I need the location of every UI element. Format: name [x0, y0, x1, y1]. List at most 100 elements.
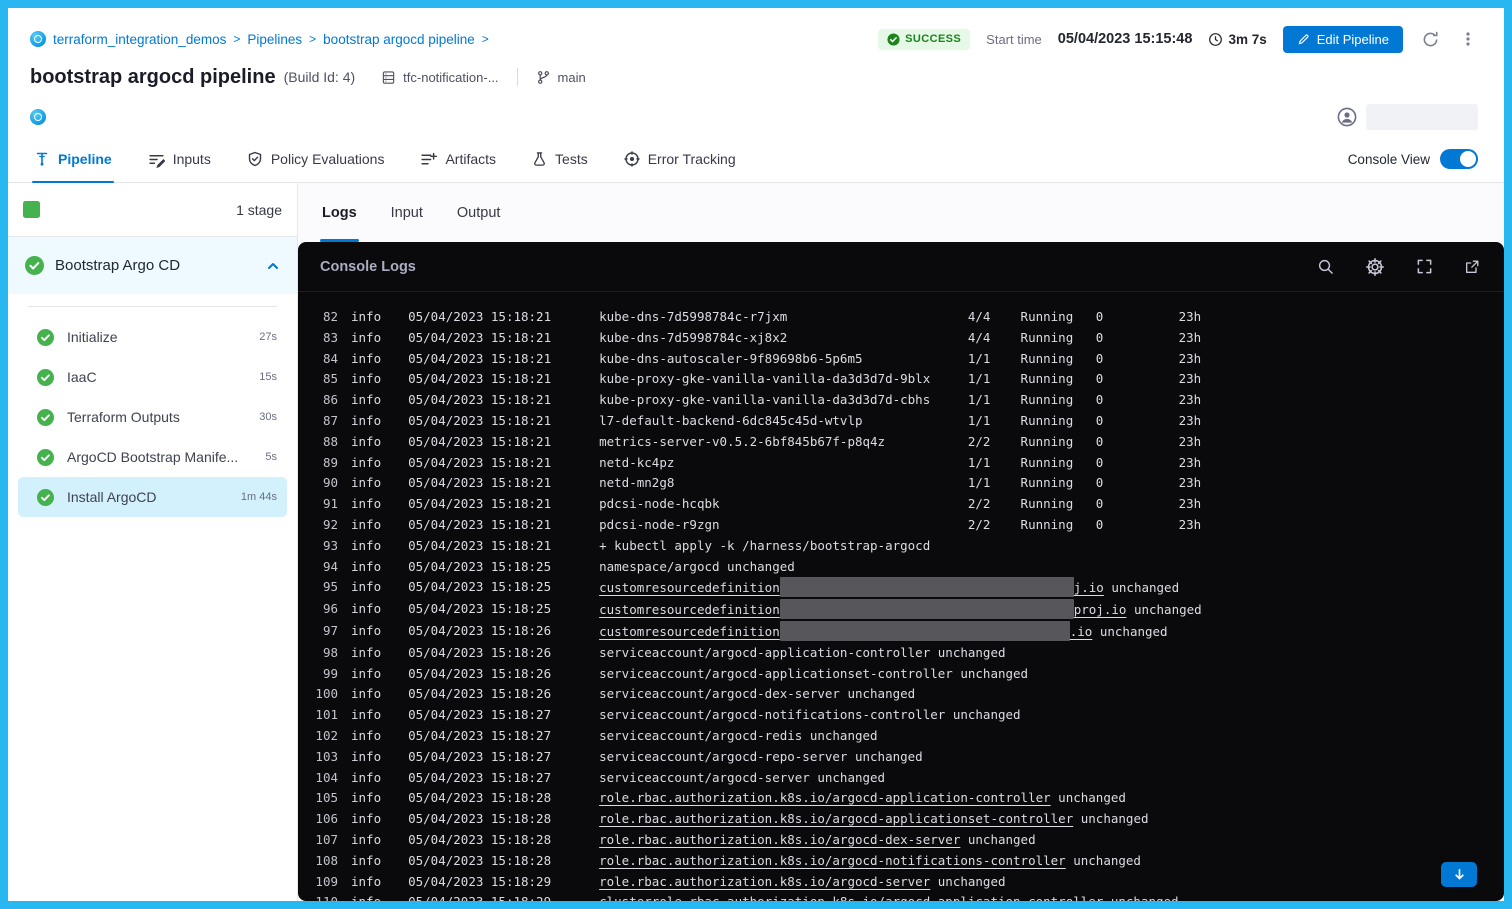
search-icon: [1317, 258, 1334, 275]
log-timestamp: 05/04/2023 15:18:21: [408, 307, 551, 328]
log-line-number: 94: [312, 557, 338, 578]
log-line: 89info05/04/2023 15:18:21netd-kc4pz 1/1 …: [312, 453, 1504, 474]
log-level: info: [351, 788, 381, 809]
log-line: 100info05/04/2023 15:18:26serviceaccount…: [312, 684, 1504, 705]
log-line-number: 92: [312, 515, 338, 536]
settings-button[interactable]: [1363, 255, 1387, 279]
branch-chip[interactable]: main: [536, 70, 586, 85]
fullscreen-button[interactable]: [1414, 256, 1435, 277]
tab-label: Error Tracking: [648, 151, 736, 167]
log-resource-link[interactable]: role.rbac.authorization.k8s.io/argocd-ap…: [599, 790, 1051, 805]
log-resource-link[interactable]: role.rbac.authorization.k8s.io/argocd-no…: [599, 853, 1066, 868]
log-resource-link[interactable]: role.rbac.authorization.k8s.io/argocd-ap…: [599, 811, 1073, 826]
tab-tests[interactable]: Tests: [532, 136, 588, 182]
log-level: info: [351, 390, 381, 411]
log-message: serviceaccount/argocd-dex-server unchang…: [599, 684, 915, 705]
log-message: serviceaccount/argocd-redis unchanged: [599, 726, 877, 747]
step-iaac[interactable]: IaaC15s: [18, 357, 287, 397]
log-line: 84info05/04/2023 15:18:21kube-dns-autosc…: [312, 349, 1504, 370]
breadcrumb-project[interactable]: terraform_integration_demos: [53, 32, 226, 47]
log-line-number: 96: [312, 599, 338, 621]
log-timestamp: 05/04/2023 15:18:25: [408, 577, 551, 599]
log-line: 108info05/04/2023 15:18:28role.rbac.auth…: [312, 851, 1504, 872]
log-message: kube-proxy-gke-vanilla-vanilla-da3d3d7d-…: [599, 390, 1201, 411]
search-button[interactable]: [1315, 256, 1336, 277]
log-level: info: [351, 768, 381, 789]
tab-inputs[interactable]: Inputs: [148, 136, 211, 182]
step-name: Install ArgoCD: [67, 489, 156, 505]
log-message: l7-default-backend-6dc845c45d-wtvlp 1/1 …: [599, 411, 1201, 432]
tests-icon: [532, 151, 547, 167]
log-line: 87info05/04/2023 15:18:21l7-default-back…: [312, 411, 1504, 432]
log-timestamp: 05/04/2023 15:18:25: [408, 557, 551, 578]
log-line-number: 97: [312, 621, 338, 643]
log-level: info: [351, 432, 381, 453]
log-resource-link[interactable]: j.io: [1074, 580, 1104, 595]
tab-pipeline[interactable]: Pipeline: [34, 136, 112, 182]
console-log-output[interactable]: 82info05/04/2023 15:18:21kube-dns-7d5998…: [298, 292, 1504, 901]
step-name: ArgoCD Bootstrap Manife...: [67, 449, 238, 465]
edit-pipeline-button[interactable]: Edit Pipeline: [1283, 26, 1403, 53]
log-tab-input[interactable]: Input: [391, 183, 423, 242]
open-in-new-button[interactable]: [1462, 257, 1482, 277]
tab-policy-evaluations[interactable]: Policy Evaluations: [247, 136, 385, 182]
log-message: netd-mn2g8 1/1 Running 0 23h: [599, 473, 1201, 494]
pipeline-tabs-bar: Pipeline Inputs Policy Evaluations Artifact…: [8, 136, 1504, 183]
log-line-number: 93: [312, 536, 338, 557]
refresh-button[interactable]: [1419, 28, 1442, 51]
log-resource-link[interactable]: role.rbac.authorization.k8s.io/argocd-se…: [599, 874, 930, 889]
log-resource-link[interactable]: proj.io: [1074, 602, 1127, 617]
log-level: info: [351, 643, 381, 664]
stage-row-bootstrap-argo-cd[interactable]: Bootstrap Argo CD: [8, 237, 297, 294]
log-line-number: 100: [312, 684, 338, 705]
step-name: IaaC: [67, 369, 97, 385]
log-resource-link[interactable]: customresourcedefinition: [599, 602, 780, 617]
log-resource-link[interactable]: customresourcedefinition: [599, 624, 780, 639]
execution-panel: LogsInputOutput Console Logs 82info05/04…: [298, 183, 1504, 901]
log-message: serviceaccount/argocd-server unchanged: [599, 768, 885, 789]
log-tab-output[interactable]: Output: [457, 183, 501, 242]
log-tab-logs[interactable]: Logs: [322, 183, 357, 242]
scroll-to-bottom-button[interactable]: [1441, 862, 1477, 887]
log-line-number: 108: [312, 851, 338, 872]
console-view-toggle[interactable]: [1440, 149, 1478, 169]
log-resource-link[interactable]: clusterrole.rbac.authorization.k8s.io/ar…: [599, 894, 1103, 901]
log-message: role.rbac.authorization.k8s.io/argocd-de…: [599, 830, 1036, 851]
step-install-argocd[interactable]: Install ArgoCD 1m 44s: [18, 477, 287, 517]
check-circle-icon: [25, 256, 44, 275]
log-timestamp: 05/04/2023 15:18:28: [408, 830, 551, 851]
log-timestamp: 05/04/2023 15:18:27: [408, 747, 551, 768]
check-circle-icon: [37, 449, 54, 466]
harness-pipeline-app: terraform_integration_demos > Pipelines …: [8, 8, 1504, 901]
tab-artifacts[interactable]: Artifacts: [420, 136, 496, 182]
log-line-number: 110: [312, 892, 338, 901]
duration: 3m 7s: [1208, 32, 1266, 47]
user-avatar-icon[interactable]: [1337, 107, 1357, 127]
more-options-button[interactable]: [1458, 28, 1478, 50]
step-duration: 1m 44s: [241, 491, 277, 503]
tab-label: Tests: [555, 151, 588, 167]
log-resource-link[interactable]: .io: [1070, 624, 1093, 639]
step-argocd-bootstrap-manife[interactable]: ArgoCD Bootstrap Manife...5s: [18, 437, 287, 477]
divider: [28, 306, 277, 307]
check-circle-icon: [37, 489, 54, 506]
log-line: 110info05/04/2023 15:18:29clusterrole.rb…: [312, 892, 1504, 901]
step-duration: 30s: [259, 411, 277, 423]
harness-module-icon[interactable]: [30, 109, 46, 125]
log-message: metrics-server-v0.5.2-6bf845b67f-p8q4z 2…: [599, 432, 1201, 453]
log-timestamp: 05/04/2023 15:18:28: [408, 788, 551, 809]
step-terraform-outputs[interactable]: Terraform Outputs30s: [18, 397, 287, 437]
chevron-up-icon[interactable]: [266, 259, 280, 273]
settings-icon: [1365, 257, 1385, 277]
step-initialize[interactable]: Initialize27s: [18, 317, 287, 357]
log-timestamp: 05/04/2023 15:18:29: [408, 892, 551, 901]
breadcrumb-pipeline[interactable]: bootstrap argocd pipeline: [323, 32, 475, 47]
artifacts-icon: [420, 151, 437, 168]
repository-icon: [381, 70, 396, 85]
log-resource-link[interactable]: role.rbac.authorization.k8s.io/argocd-de…: [599, 832, 960, 847]
tab-error-tracking[interactable]: Error Tracking: [624, 136, 736, 182]
breadcrumb-pipelines[interactable]: Pipelines: [247, 32, 302, 47]
status-badge: SUCCESS: [878, 29, 970, 50]
log-resource-link[interactable]: customresourcedefinition: [599, 580, 780, 595]
repo-chip[interactable]: tfc-notification-...: [381, 70, 498, 85]
